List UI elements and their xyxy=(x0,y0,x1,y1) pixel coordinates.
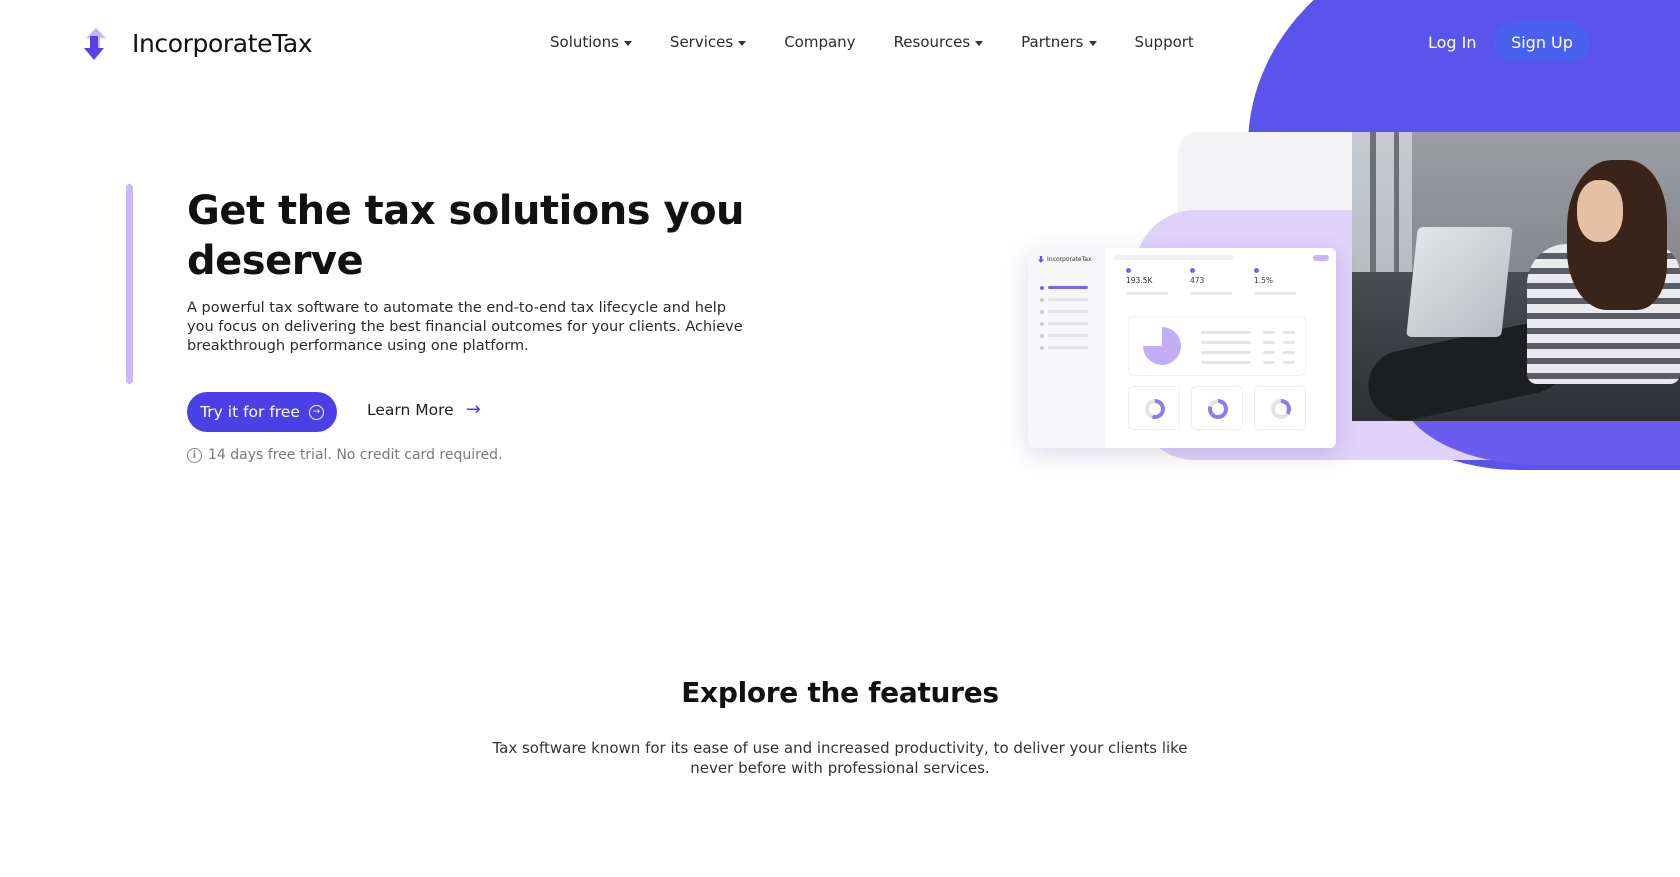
legend-line xyxy=(1201,361,1251,364)
legend-line xyxy=(1201,341,1251,344)
learn-more-link[interactable]: Learn More → xyxy=(367,399,481,420)
dashboard-donut-card xyxy=(1254,386,1306,430)
sidebar-line xyxy=(1048,310,1088,313)
sidebar-dot xyxy=(1040,310,1044,314)
photo-person-hair xyxy=(1567,160,1667,310)
legend-line xyxy=(1263,341,1275,344)
caret-down-icon xyxy=(975,40,984,46)
sidebar-line xyxy=(1048,322,1088,325)
legend-line xyxy=(1283,351,1295,354)
legend-line xyxy=(1201,351,1251,354)
brand-logo[interactable]: IncorporateTax xyxy=(82,26,313,60)
sidebar-dot xyxy=(1040,298,1044,302)
try-free-button[interactable]: Try it for free → xyxy=(187,392,337,432)
try-free-label: Try it for free xyxy=(200,403,300,421)
dashboard-search-bar xyxy=(1114,255,1234,260)
donut-chart-graphic xyxy=(1271,399,1291,419)
learn-more-label: Learn More xyxy=(367,401,454,419)
nav-item-label: Support xyxy=(1134,33,1194,51)
sidebar-line xyxy=(1048,298,1088,301)
sidebar-line-active xyxy=(1048,286,1088,289)
dashboard-sidebar: IncorporateTax xyxy=(1028,248,1106,448)
caret-down-icon xyxy=(623,40,632,46)
nav-item-services[interactable]: Services xyxy=(669,33,747,51)
stat-value: 473 xyxy=(1190,276,1205,285)
nav-item-partners[interactable]: Partners xyxy=(1021,33,1097,51)
sidebar-dot xyxy=(1040,322,1044,326)
sidebar-dot xyxy=(1040,334,1044,338)
nav-item-company[interactable]: Company xyxy=(784,33,855,51)
nav-item-label: Partners xyxy=(1021,33,1084,51)
stat-dot xyxy=(1190,268,1195,273)
caret-down-icon xyxy=(738,40,747,46)
stat-dot xyxy=(1126,268,1131,273)
pie-chart-graphic xyxy=(1143,327,1181,365)
hero-photo xyxy=(1352,132,1680,421)
donut-chart-graphic xyxy=(1208,399,1228,419)
nav-item-label: Solutions xyxy=(550,33,619,51)
trial-note-text: 14 days free trial. No credit card requi… xyxy=(208,447,503,463)
nav-item-resources[interactable]: Resources xyxy=(894,33,984,51)
legend-line xyxy=(1201,331,1251,334)
trial-note: i 14 days free trial. No credit card req… xyxy=(187,447,503,463)
features-title: Explore the features xyxy=(681,676,999,709)
dashboard-donut-card xyxy=(1128,386,1180,430)
legend-line xyxy=(1263,331,1275,334)
dashboard-stat: 473 xyxy=(1190,268,1232,295)
photo-person-face xyxy=(1577,180,1623,242)
dashboard-pie-card xyxy=(1128,316,1306,376)
caret-down-icon xyxy=(1088,40,1097,46)
legend-line xyxy=(1283,361,1295,364)
dashboard-brand: IncorporateTax xyxy=(1047,256,1092,263)
donut-chart-graphic xyxy=(1145,399,1165,419)
photo-laptop xyxy=(1406,227,1513,337)
dashboard-stat: 193.5K xyxy=(1126,268,1168,295)
stat-underline xyxy=(1254,292,1296,295)
dashboard-preview: IncorporateTax 193.5K 473 1.5% xyxy=(1028,248,1336,448)
dashboard-logo-icon xyxy=(1038,256,1044,263)
hero-description: A powerful tax software to automate the … xyxy=(187,300,743,354)
dashboard-donut-card xyxy=(1191,386,1243,430)
legend-line xyxy=(1263,351,1275,354)
legend-line xyxy=(1263,361,1275,364)
sidebar-dot xyxy=(1040,346,1044,350)
features-description: Tax software known for its ease of use a… xyxy=(492,739,1188,777)
legend-line xyxy=(1283,331,1295,334)
nav-item-label: Services xyxy=(669,33,734,51)
signup-button[interactable]: Sign Up xyxy=(1494,22,1590,62)
sidebar-dot xyxy=(1040,286,1044,290)
stat-dot xyxy=(1254,268,1259,273)
dashboard-stat: 1.5% xyxy=(1254,268,1296,295)
site-header: IncorporateTax Solutions Services Compan… xyxy=(0,0,1680,88)
nav-item-support[interactable]: Support xyxy=(1135,33,1194,51)
nav-item-solutions[interactable]: Solutions xyxy=(550,33,632,51)
dashboard-logo: IncorporateTax xyxy=(1038,256,1092,263)
stat-value: 193.5K xyxy=(1126,276,1153,285)
arrow-circle-icon: → xyxy=(308,404,324,420)
brand-name: IncorporateTax xyxy=(132,28,313,58)
nav-item-label: Company xyxy=(784,33,856,51)
main-nav: Solutions Services Company Resources Par… xyxy=(550,33,1232,51)
stat-underline xyxy=(1126,292,1168,295)
stat-value: 1.5% xyxy=(1254,276,1274,285)
stat-underline xyxy=(1190,292,1232,295)
nav-item-label: Resources xyxy=(893,33,971,51)
logo-arrow-icon xyxy=(84,28,106,60)
hero-title: Get the tax solutions you deserve xyxy=(187,188,745,284)
login-link[interactable]: Log In xyxy=(1428,33,1477,52)
page: IncorporateTax Solutions Services Compan… xyxy=(0,0,1680,877)
legend-line xyxy=(1283,341,1295,344)
dashboard-button xyxy=(1313,255,1329,261)
arrow-right-icon: → xyxy=(465,399,481,420)
hero-accent-bar xyxy=(126,184,133,384)
info-icon: i xyxy=(187,447,202,463)
sidebar-line xyxy=(1048,346,1088,349)
sidebar-line xyxy=(1048,334,1088,337)
